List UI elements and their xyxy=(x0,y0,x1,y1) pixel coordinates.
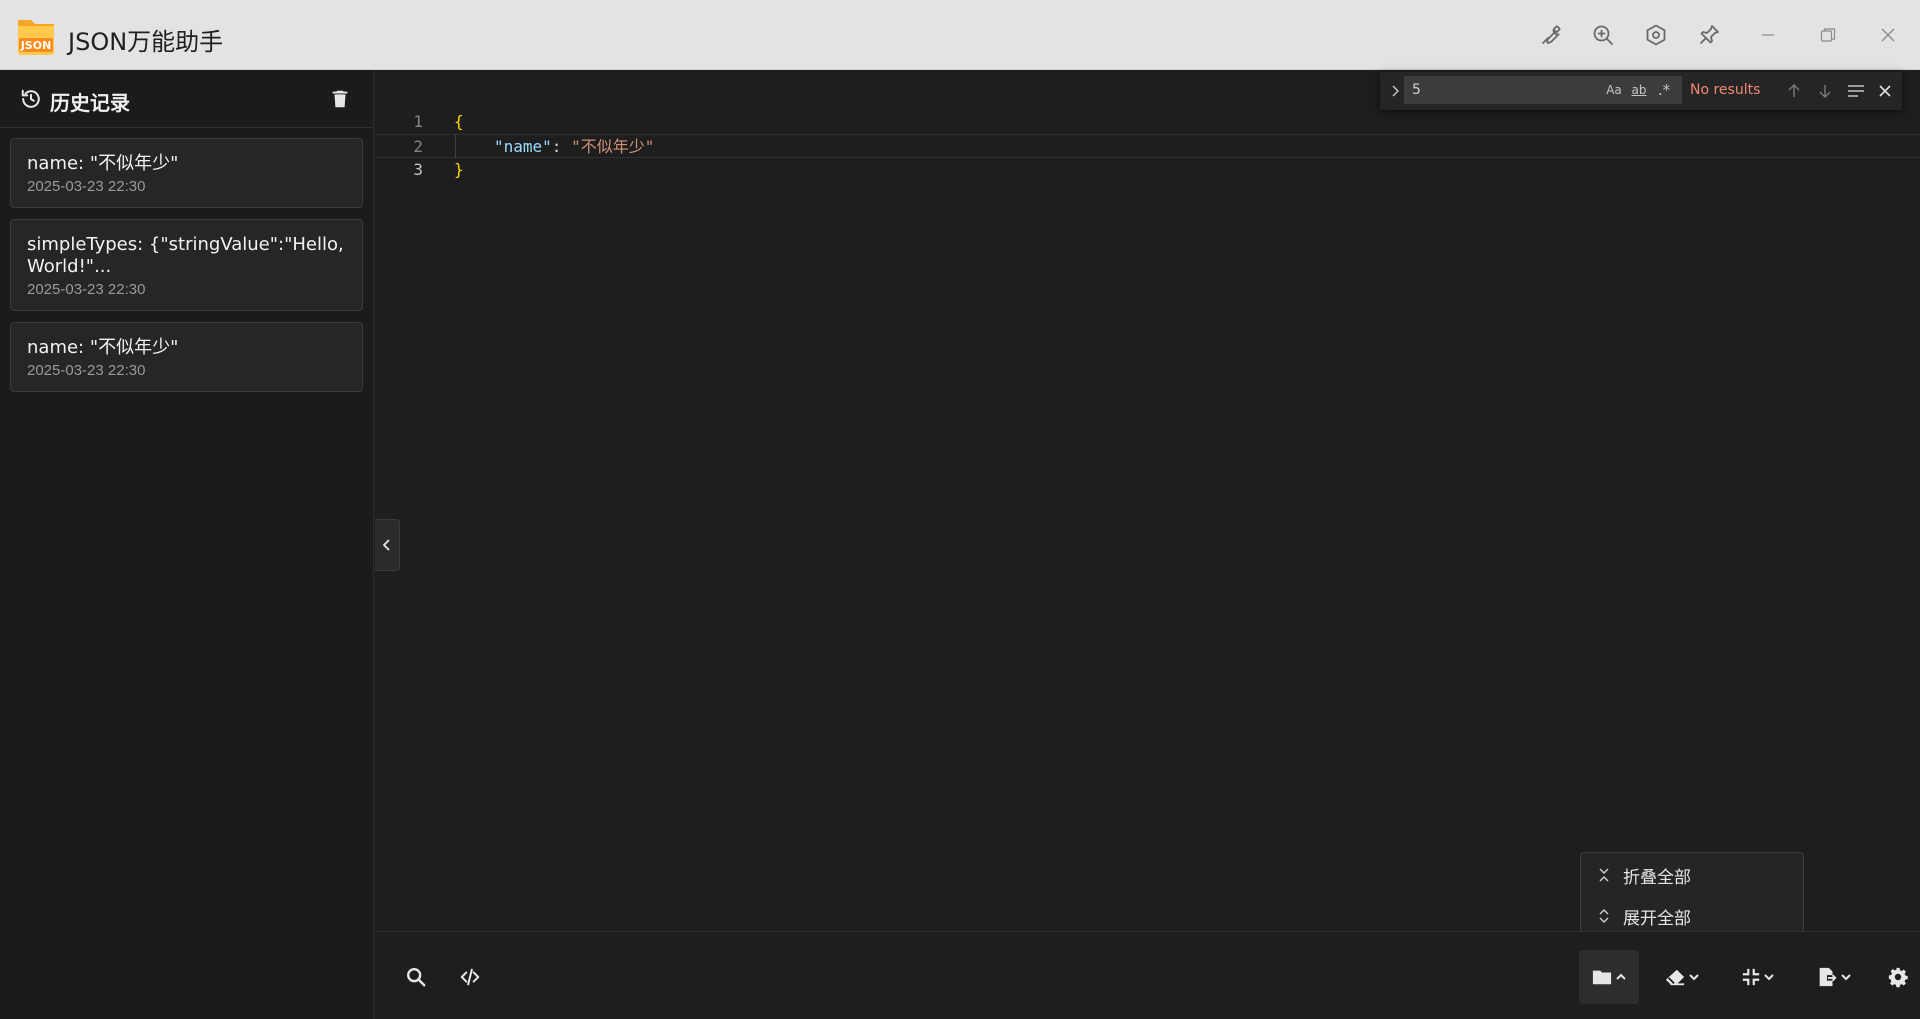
history-icon xyxy=(20,88,42,110)
collapse-sidebar-button[interactable] xyxy=(375,519,400,571)
expand-all-menu-item[interactable]: 展开全部 xyxy=(1581,896,1805,936)
clear-menu-button[interactable] xyxy=(1659,950,1705,1004)
code-line: 3 } xyxy=(375,158,1920,182)
sidebar-title: 历史记录 xyxy=(50,91,130,115)
close-brace: } xyxy=(454,160,464,179)
history-item[interactable]: simpleTypes: {"stringValue":"Hello, Worl… xyxy=(10,219,363,311)
zoom-in-icon[interactable] xyxy=(1588,20,1618,50)
settings-hex-icon[interactable] xyxy=(1641,20,1671,50)
history-list: name: "不似年少" 2025-03-23 22:30 simpleType… xyxy=(0,128,373,413)
code-line: 1 { xyxy=(375,110,1920,134)
chevron-down-icon xyxy=(1689,974,1699,981)
history-sidebar: 历史记录 name: "不似年少" 2025-03-23 22:30 simpl… xyxy=(0,70,374,1019)
json-colon: : xyxy=(551,137,572,156)
search-icon xyxy=(407,968,426,987)
open-brace: { xyxy=(454,112,464,131)
maximize-button[interactable] xyxy=(1808,18,1848,52)
wrench-icon[interactable] xyxy=(1536,20,1566,50)
chevron-down-icon xyxy=(1764,974,1774,981)
match-case-toggle[interactable]: Aa xyxy=(1603,80,1625,100)
history-item-title: name: "不似年少" xyxy=(27,337,179,358)
fold-menu-button[interactable] xyxy=(1579,950,1639,1004)
expand-all-icon xyxy=(1599,909,1609,923)
code-editor[interactable]: 1 { 2 "name": "不似年少" 3 } xyxy=(375,70,1920,930)
code-icon xyxy=(460,968,480,986)
expand-all-label: 展开全部 xyxy=(1623,908,1691,929)
fold-dropdown-menu: 折叠全部 展开全部 xyxy=(1580,852,1804,936)
line-number: 3 xyxy=(413,160,423,179)
whole-word-toggle[interactable]: ab xyxy=(1628,80,1650,100)
indent-guide xyxy=(455,134,456,158)
chevron-up-icon xyxy=(1616,973,1626,980)
app-title: JSON万能助手 xyxy=(68,28,224,56)
line-number: 2 xyxy=(413,137,423,156)
pin-icon[interactable] xyxy=(1694,20,1724,50)
history-item-title: name: "不似年少" xyxy=(27,153,179,174)
regex-toggle[interactable]: .* xyxy=(1653,80,1675,100)
close-button[interactable] xyxy=(1868,18,1908,52)
line-number: 1 xyxy=(413,112,423,131)
chevron-left-icon xyxy=(382,539,390,551)
folder-icon xyxy=(1592,970,1612,985)
toggle-replace-chevron-icon[interactable] xyxy=(1386,81,1406,101)
history-item[interactable]: name: "不似年少" 2025-03-23 22:30 xyxy=(10,322,363,392)
history-item[interactable]: name: "不似年少" 2025-03-23 22:30 xyxy=(10,138,363,208)
compress-menu-button[interactable] xyxy=(1735,950,1781,1004)
history-item-date: 2025-03-23 22:30 xyxy=(27,178,146,195)
next-match-arrow-down-icon[interactable] xyxy=(1813,79,1837,103)
chevron-down-icon xyxy=(1841,974,1851,981)
history-item-date: 2025-03-23 22:30 xyxy=(27,362,146,379)
sidebar-header: 历史记录 xyxy=(0,70,373,128)
trash-icon[interactable] xyxy=(329,88,351,110)
search-button[interactable] xyxy=(399,950,433,1004)
compress-icon xyxy=(1742,968,1760,986)
collapse-all-icon xyxy=(1599,868,1609,882)
title-bar: JSON JSON万能助手 xyxy=(0,0,1920,70)
code-line: 2 "name": "不似年少" xyxy=(375,134,1920,158)
code-view-button[interactable] xyxy=(453,950,487,1004)
previous-match-arrow-up-icon[interactable] xyxy=(1782,79,1806,103)
gear-icon xyxy=(1888,967,1908,988)
history-item-date: 2025-03-23 22:30 xyxy=(27,281,146,298)
collapse-all-menu-item[interactable]: 折叠全部 xyxy=(1581,855,1805,895)
close-find-icon[interactable] xyxy=(1873,79,1897,103)
app-logo: JSON xyxy=(16,14,56,56)
minimize-button[interactable] xyxy=(1748,18,1788,52)
json-key: "name" xyxy=(494,137,552,156)
find-in-selection-icon[interactable] xyxy=(1844,79,1868,103)
eraser-icon xyxy=(1665,969,1685,986)
code-content: "name": "不似年少" xyxy=(494,135,654,159)
history-item-title: simpleTypes: {"stringValue":"Hello, Worl… xyxy=(27,234,344,277)
settings-button[interactable] xyxy=(1883,950,1913,1004)
file-export-icon xyxy=(1819,967,1837,987)
export-menu-button[interactable] xyxy=(1811,950,1857,1004)
collapse-all-label: 折叠全部 xyxy=(1623,867,1691,888)
json-string-value: "不似年少" xyxy=(571,137,655,156)
logo-text: JSON xyxy=(20,39,52,52)
bottom-toolbar xyxy=(375,931,1920,1019)
find-result-text: No results xyxy=(1690,82,1761,98)
find-widget: Aa ab .* No results xyxy=(1380,72,1902,110)
